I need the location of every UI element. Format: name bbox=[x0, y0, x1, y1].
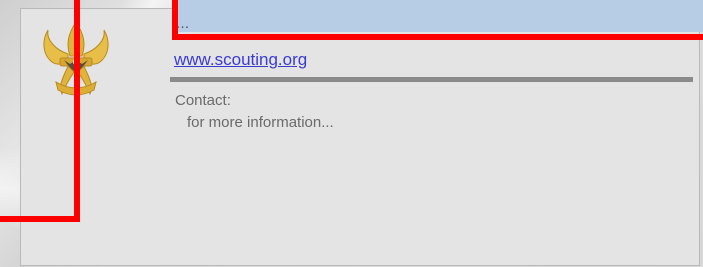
scouting-website-link[interactable]: www.scouting.org bbox=[174, 50, 307, 70]
screenshot-stage: ... www.scouting.org Contact: for more i… bbox=[0, 0, 703, 267]
highlight-box-top bbox=[172, 0, 703, 40]
section-divider bbox=[170, 77, 693, 82]
highlight-box-left bbox=[0, 0, 80, 222]
info-panel bbox=[20, 8, 700, 266]
contact-info-text: for more information... bbox=[187, 114, 334, 131]
contact-label: Contact: bbox=[175, 92, 231, 109]
